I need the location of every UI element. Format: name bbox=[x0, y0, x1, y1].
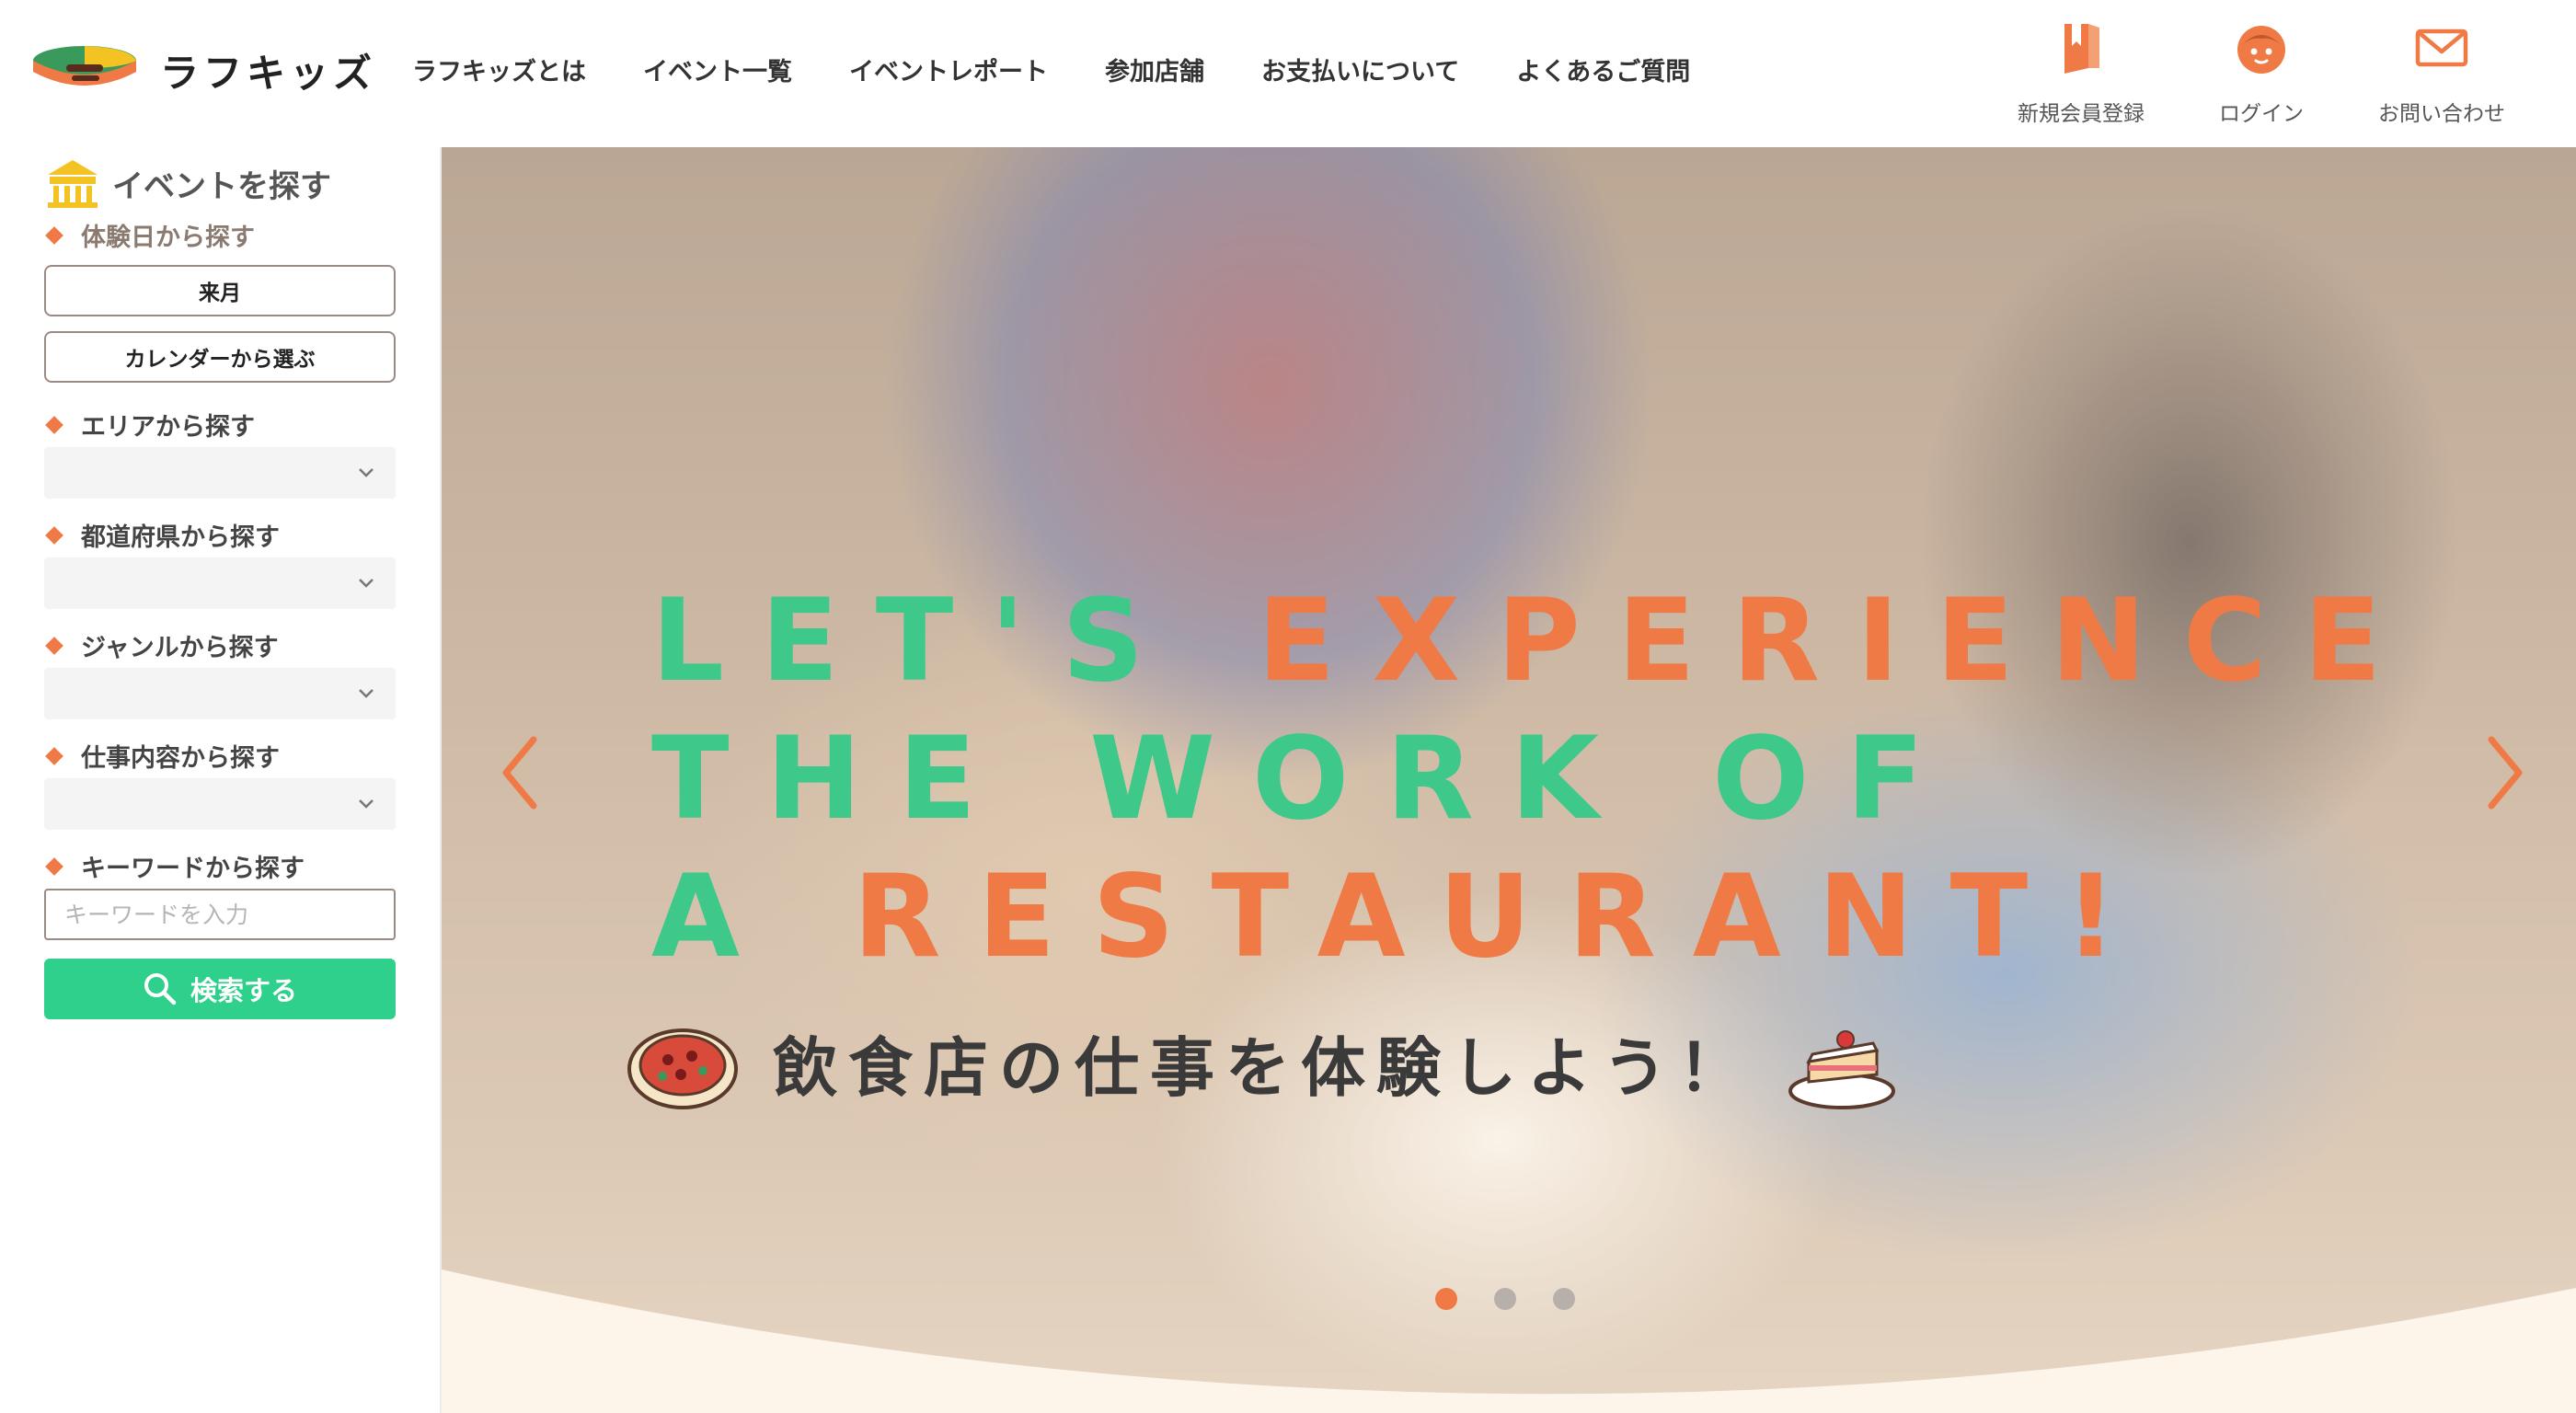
shop-icon bbox=[48, 160, 98, 208]
prefecture-section-text: 都道府県から探す bbox=[81, 523, 280, 552]
keyword-input[interactable] bbox=[44, 889, 396, 940]
site-header: ラフキッズ ラフキッズとは イベント一覧 イベントレポート 参加店舗 お支払いに… bbox=[0, 0, 2576, 147]
calendar-select-button[interactable]: カレンダーから選ぶ bbox=[44, 331, 396, 383]
face-icon bbox=[2237, 26, 2285, 74]
next-month-button[interactable]: 来月 bbox=[44, 265, 396, 316]
date-section-text: 体験日から探す bbox=[81, 224, 255, 252]
diamond-icon bbox=[45, 525, 63, 545]
keyword-section-text: キーワードから探す bbox=[81, 855, 305, 883]
cake-icon bbox=[1788, 1030, 1895, 1109]
hero-headline: LET'S EXPERIENCE THE WORK OF A RESTAURAN… bbox=[651, 572, 2418, 986]
logo-icon bbox=[33, 46, 136, 86]
contact-label: お問い合わせ bbox=[2378, 102, 2505, 126]
headline-line-1: LET'S EXPERIENCE bbox=[651, 572, 2418, 710]
nav-payment[interactable]: お支払いについて bbox=[1261, 52, 1459, 87]
headline-line-3: A RESTAURANT! bbox=[651, 848, 2418, 986]
headline-lets: LET'S bbox=[651, 575, 1258, 707]
book-icon bbox=[2064, 24, 2099, 74]
headline-a: A bbox=[651, 851, 854, 983]
chevron-down-icon bbox=[359, 689, 374, 698]
login-label: ログイン bbox=[2219, 102, 2304, 126]
event-search-sidebar: イベントを探す 体験日から探す 来月 カレンダーから選ぶ エリアから探す 都道府… bbox=[0, 147, 442, 1413]
diamond-icon bbox=[45, 746, 63, 765]
site-logo[interactable]: ラフキッズ bbox=[29, 33, 376, 107]
search-icon bbox=[144, 973, 177, 1005]
headline-restaurant: RESTAURANT! bbox=[853, 851, 2154, 983]
hero-slider: LET'S EXPERIENCE THE WORK OF A RESTAURAN… bbox=[442, 147, 2576, 1413]
prev-slide-arrow-icon[interactable] bbox=[493, 727, 548, 819]
area-section-label: エリアから探す bbox=[45, 407, 255, 442]
search-button-label: 検索する bbox=[190, 975, 297, 1006]
signup-label: 新規会員登録 bbox=[2018, 102, 2145, 126]
area-section-text: エリアから探す bbox=[81, 413, 255, 442]
keyword-section-label: キーワードから探す bbox=[45, 848, 305, 884]
search-button[interactable]: 検索する bbox=[44, 959, 396, 1019]
job-select[interactable] bbox=[44, 778, 396, 830]
nav-shops[interactable]: 参加店舗 bbox=[1105, 52, 1204, 87]
login-link[interactable]: ログイン bbox=[2160, 18, 2363, 127]
job-section-label: 仕事内容から探す bbox=[45, 738, 280, 774]
headline-line-2: THE WORK OF bbox=[651, 710, 2418, 848]
diamond-icon bbox=[45, 856, 63, 876]
diamond-icon bbox=[45, 415, 63, 434]
hero-subheadline: 飲食店の仕事を体験しよう！ bbox=[626, 1012, 1899, 1113]
genre-section-label: ジャンルから探す bbox=[45, 627, 279, 663]
diamond-icon bbox=[45, 636, 63, 655]
sidebar-title: イベントを探す bbox=[44, 156, 331, 210]
date-section-label: 体験日から探す bbox=[45, 217, 255, 253]
global-nav: ラフキッズとは イベント一覧 イベントレポート 参加店舗 お支払いについて よく… bbox=[412, 52, 1747, 87]
nav-event-report[interactable]: イベントレポート bbox=[849, 52, 1048, 87]
next-slide-arrow-icon[interactable] bbox=[2477, 727, 2532, 819]
slide-dot-2[interactable] bbox=[1494, 1288, 1516, 1310]
prefecture-select[interactable] bbox=[44, 557, 396, 609]
logo-text: ラフキッズ bbox=[160, 50, 377, 96]
chevron-down-icon bbox=[359, 468, 374, 477]
genre-select[interactable] bbox=[44, 668, 396, 719]
slide-dot-1[interactable] bbox=[1435, 1288, 1457, 1310]
hero-subheadline-text: 飲食店の仕事を体験しよう！ bbox=[773, 1029, 1754, 1106]
diamond-icon bbox=[45, 225, 63, 245]
headline-the-work-of: THE WORK OF bbox=[651, 713, 1961, 845]
nav-faq[interactable]: よくあるご質問 bbox=[1516, 52, 1690, 87]
chevron-down-icon bbox=[359, 579, 374, 588]
job-section-text: 仕事内容から探す bbox=[81, 744, 280, 773]
slide-pagination bbox=[1435, 1288, 1612, 1310]
genre-section-text: ジャンルから探す bbox=[81, 634, 279, 662]
pizza-icon bbox=[627, 1028, 738, 1109]
nav-about[interactable]: ラフキッズとは bbox=[412, 52, 586, 87]
area-select[interactable] bbox=[44, 447, 396, 499]
nav-event-list[interactable]: イベント一覧 bbox=[643, 52, 792, 87]
slide-dot-3[interactable] bbox=[1553, 1288, 1575, 1310]
signup-link[interactable]: 新規会員登録 bbox=[1980, 18, 2182, 127]
headline-experience: EXPERIENCE bbox=[1257, 575, 2419, 707]
contact-link[interactable]: お問い合わせ bbox=[2340, 18, 2543, 127]
mail-icon bbox=[2415, 29, 2468, 67]
chevron-down-icon bbox=[359, 799, 374, 809]
prefecture-section-label: 都道府県から探す bbox=[45, 517, 280, 553]
sidebar-title-text: イベントを探す bbox=[112, 167, 331, 205]
